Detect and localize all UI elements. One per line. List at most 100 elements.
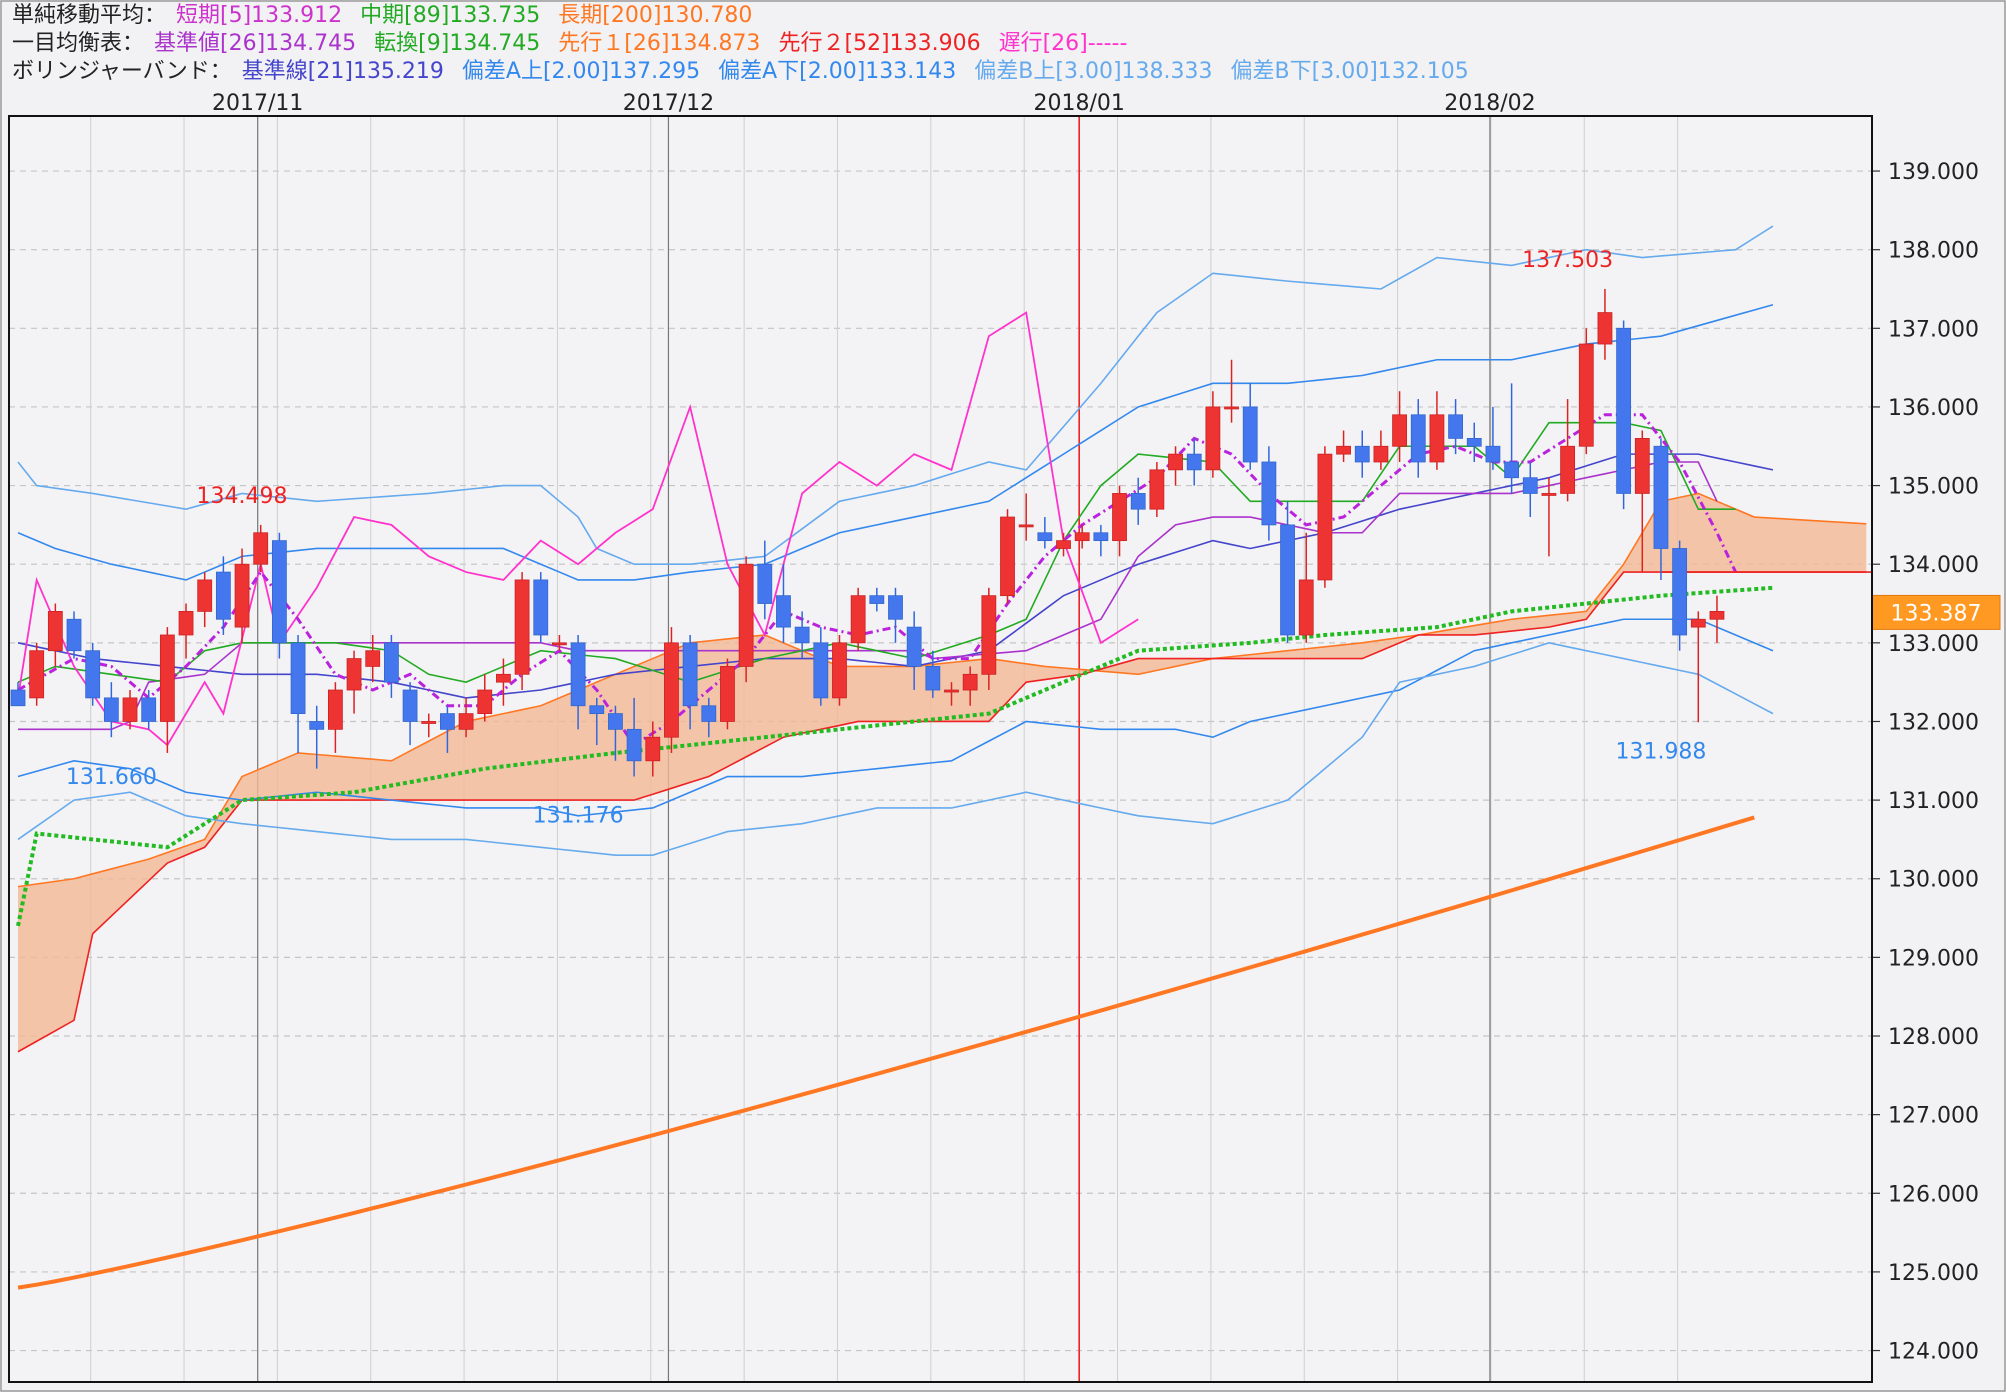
candle-body: [496, 673, 511, 683]
y-tick-label: 137.000: [1888, 317, 1979, 342]
candle-body: [1317, 453, 1333, 581]
y-tick-label: 136.000: [1888, 396, 1979, 421]
candle-body: [234, 563, 250, 628]
candle-body: [1578, 343, 1594, 447]
candle-body: [1168, 453, 1183, 471]
candle-body: [1112, 493, 1127, 542]
candle-body: [514, 579, 530, 675]
candle-body: [1093, 532, 1109, 542]
candle-body: [346, 658, 362, 691]
candle-body: [1261, 461, 1277, 526]
candle-body: [1000, 516, 1015, 597]
y-tick-label: 133.000: [1888, 632, 1979, 657]
candle-body: [626, 728, 642, 762]
candle-body: [122, 697, 138, 722]
candle-body: [1336, 445, 1351, 455]
candle-body: [159, 634, 175, 722]
candle-body: [1186, 453, 1202, 471]
candle-body: [271, 540, 287, 644]
y-tick-label: 126.000: [1888, 1182, 1979, 1207]
candle-body: [1653, 445, 1669, 549]
candle-body: [1280, 524, 1295, 636]
candle-body: [720, 666, 735, 722]
candle-body: [1149, 469, 1165, 510]
candle-body: [1373, 445, 1389, 463]
price-annotation: 131.988: [1615, 739, 1706, 764]
month-label: 2018/01: [1033, 91, 1124, 116]
candle-body: [1522, 477, 1538, 494]
candle-body: [290, 642, 306, 715]
y-tick-label: 139.000: [1888, 160, 1979, 185]
candle-body: [1672, 548, 1688, 636]
candle-body: [1709, 610, 1725, 620]
price-annotation: 131.176: [533, 803, 624, 828]
candle-body: [1037, 532, 1053, 542]
month-label: 2018/02: [1444, 91, 1535, 116]
candle-body: [701, 705, 717, 722]
candle-body: [103, 697, 119, 722]
candle-body: [1541, 493, 1557, 496]
y-tick-label: 138.000: [1888, 239, 1979, 264]
candle-body: [402, 689, 418, 722]
candle-body: [1597, 312, 1613, 345]
candle-body: [1616, 327, 1632, 494]
candle-body: [533, 579, 549, 636]
candle-body: [1560, 445, 1576, 494]
candle-body: [1130, 493, 1146, 510]
candle-body: [197, 579, 213, 612]
candle-body: [1298, 579, 1314, 636]
candle-body: [1056, 540, 1071, 549]
y-tick-label: 129.000: [1888, 946, 1979, 971]
candle-body: [66, 618, 82, 652]
candle-body: [1448, 414, 1463, 439]
candle-body: [421, 721, 437, 724]
y-tick-label: 132.000: [1888, 710, 1979, 735]
price-annotation: 137.503: [1522, 248, 1613, 273]
y-tick-label: 135.000: [1888, 475, 1979, 500]
candle-body: [608, 713, 623, 730]
candle-body: [645, 736, 661, 762]
candle-body: [178, 610, 194, 636]
month-label: 2017/11: [212, 91, 303, 116]
candle-body: [888, 595, 903, 620]
candle-body: [1485, 445, 1501, 463]
candle-body: [906, 626, 922, 667]
candle-body: [1224, 406, 1239, 410]
candle-body: [832, 642, 847, 699]
candle-body: [682, 642, 698, 707]
price-annotation: 131.660: [66, 765, 157, 790]
candle-body: [1634, 437, 1650, 494]
candle-body: [215, 571, 231, 620]
candle-body: [552, 642, 567, 646]
candle-body: [757, 563, 773, 604]
candle-body: [981, 595, 997, 675]
candle-body: [1074, 532, 1090, 542]
candle-body: [589, 705, 605, 715]
candle-body: [327, 689, 343, 730]
candle-body: [10, 689, 26, 707]
price-annotation: 134.498: [197, 484, 288, 509]
candle-body: [1018, 524, 1034, 528]
candle-body: [85, 650, 101, 699]
candlestick-chart: 124.000 125.000 126.000 127.000 128.000 129.0…: [0, 0, 2006, 1392]
candle-body: [477, 689, 493, 715]
y-tick-label: 125.000: [1888, 1261, 1979, 1286]
candle-body: [29, 650, 45, 699]
candle-body: [440, 713, 455, 730]
candle-body: [776, 595, 791, 628]
candle-body: [944, 689, 959, 693]
candle-body: [1354, 445, 1370, 463]
candle-body: [1504, 461, 1519, 479]
candle-body: [738, 563, 754, 667]
candle-body: [1466, 437, 1482, 447]
y-tick-label: 127.000: [1888, 1104, 1979, 1129]
candle-body: [47, 610, 63, 652]
candle-body: [1205, 406, 1221, 471]
y-tick-label: 128.000: [1888, 1025, 1979, 1050]
candle-body: [1242, 406, 1258, 463]
candle-body: [925, 666, 941, 691]
candle-body: [1429, 414, 1445, 463]
candle-body: [869, 595, 885, 604]
candle-body: [1392, 414, 1407, 447]
candle-body: [664, 642, 679, 738]
